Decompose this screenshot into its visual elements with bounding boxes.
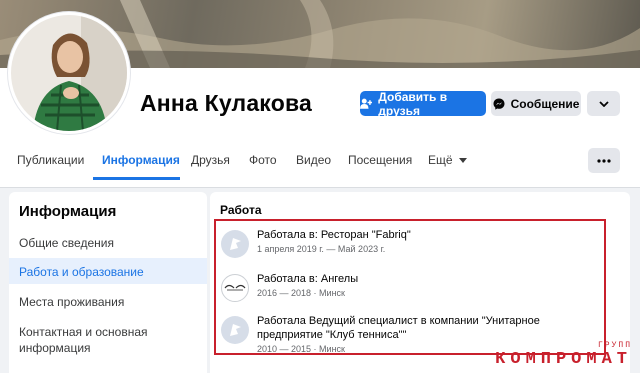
about-sidebar: Информация Общие сведения Работа и образ… xyxy=(9,192,207,373)
person-plus-icon xyxy=(360,98,373,109)
message-button[interactable]: Сообщение xyxy=(491,91,581,116)
chevron-down-icon xyxy=(598,100,609,107)
more-dots-icon xyxy=(597,158,611,163)
job-dates: 2016 — 2018 · Минск xyxy=(257,288,345,298)
sidebar-title: Информация xyxy=(19,203,117,220)
flag-icon xyxy=(230,238,241,250)
profile-name: Анна Кулакова xyxy=(140,90,312,116)
avatar-image xyxy=(11,15,127,131)
sidebar-item-contact-info[interactable]: Контактная и основная информация xyxy=(19,324,189,356)
job-prefix: Работала в: xyxy=(257,273,321,285)
tab-checkins[interactable]: Посещения xyxy=(348,153,412,167)
sidebar-item-work-education[interactable]: Работа и образование xyxy=(19,264,144,280)
profile-tabs: Публикации Информация Друзья Фото Видео … xyxy=(0,145,640,181)
sidebar-item-overview[interactable]: Общие сведения xyxy=(19,235,114,251)
add-friend-button[interactable]: Добавить в друзья xyxy=(360,89,486,118)
work-section-title: Работа xyxy=(220,203,262,217)
caret-down-icon xyxy=(458,158,467,164)
tab-about[interactable]: Информация xyxy=(102,153,180,167)
active-tab-indicator xyxy=(93,177,180,180)
tab-videos[interactable]: Видео xyxy=(296,153,331,167)
messenger-icon xyxy=(493,98,505,110)
watermark: ГРУПП КОМПРОМАТ xyxy=(495,341,632,369)
watermark-text: КОМПРОМАТ xyxy=(495,350,632,369)
job-dates: 1 апреля 2019 г. — Май 2023 г. xyxy=(257,244,386,254)
tab-posts[interactable]: Публикации xyxy=(17,153,84,167)
more-actions-button[interactable] xyxy=(587,91,620,116)
job-prefix: Работала в: xyxy=(257,229,321,241)
more-options-button[interactable] xyxy=(588,148,620,173)
tab-photos[interactable]: Фото xyxy=(249,153,277,167)
add-friend-label: Добавить в друзья xyxy=(378,89,448,118)
job-place[interactable]: Ресторан "Fabriq" xyxy=(321,229,411,241)
tab-more[interactable]: Ещё xyxy=(428,153,467,167)
watermark-small-text: ГРУПП xyxy=(597,341,632,350)
job-icon xyxy=(221,230,249,258)
tab-more-label: Ещё xyxy=(428,153,453,167)
message-label: Сообщение xyxy=(510,96,580,111)
angels-logo-icon xyxy=(224,284,246,291)
tab-friends[interactable]: Друзья xyxy=(191,153,230,167)
flag-icon xyxy=(230,324,241,336)
sidebar-item-places[interactable]: Места проживания xyxy=(19,294,124,310)
job-prefix: Работала Ведущий специалист в компании xyxy=(257,315,482,327)
company-logo xyxy=(221,274,249,302)
avatar[interactable] xyxy=(8,12,130,134)
job-icon xyxy=(221,316,249,344)
job-place[interactable]: Ангелы xyxy=(321,273,358,285)
